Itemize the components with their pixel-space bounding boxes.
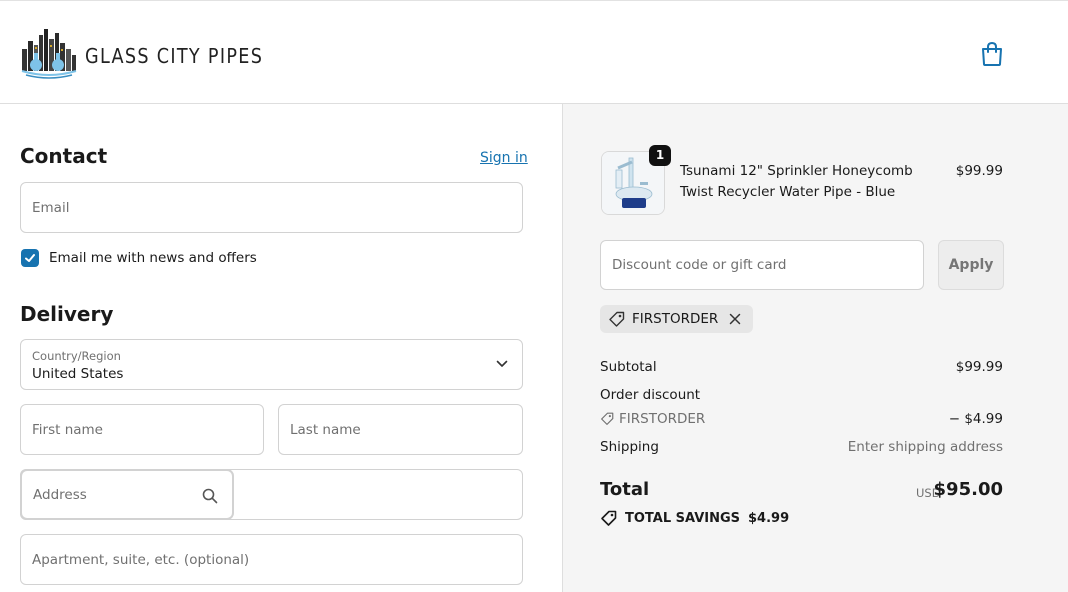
- first-name-placeholder: First name: [32, 421, 103, 438]
- first-name-field[interactable]: First name: [20, 404, 264, 455]
- total-value: $95.00: [933, 479, 1003, 500]
- sign-in-link[interactable]: Sign in: [480, 150, 528, 166]
- shipping-value: Enter shipping address: [847, 439, 1003, 455]
- discount-code-row: FIRSTORDER: [600, 411, 705, 427]
- country-value: United States: [32, 366, 124, 382]
- discount-chip-code: FIRSTORDER: [632, 311, 719, 327]
- country-label: Country/Region: [32, 349, 121, 363]
- brand-name: GLASS CITY PIPES: [85, 44, 264, 68]
- product-price: $99.99: [955, 163, 1003, 179]
- discount-code-label: FIRSTORDER: [619, 411, 706, 427]
- savings-tag-icon: [601, 510, 617, 526]
- tag-icon: [601, 412, 614, 425]
- address-field[interactable]: Address: [21, 470, 233, 519]
- apartment-field[interactable]: Apartment, suite, etc. (optional): [20, 534, 523, 585]
- site-header: GLASS CITY PIPES: [0, 0, 1068, 104]
- email-placeholder: Email: [32, 199, 70, 216]
- total-savings: TOTAL SAVINGS $4.99: [600, 510, 789, 527]
- shipping-label: Shipping: [600, 439, 659, 455]
- country-select[interactable]: Country/Region United States: [20, 339, 523, 390]
- check-icon: [25, 254, 35, 262]
- order-discount-label: Order discount: [600, 387, 701, 403]
- discount-code-input[interactable]: Discount code or gift card: [600, 240, 924, 290]
- product-name: Tsunami 12" Sprinkler Honeycomb Twist Re…: [680, 163, 913, 200]
- apartment-placeholder: Apartment, suite, etc. (optional): [32, 551, 250, 568]
- contact-heading: Contact: [20, 144, 108, 168]
- discount-placeholder: Discount code or gift card: [612, 257, 787, 273]
- delivery-heading: Delivery: [20, 302, 114, 326]
- skyline-logo-icon: [21, 29, 77, 79]
- discount-value: − $4.99: [948, 411, 1003, 427]
- shopping-bag-icon[interactable]: [980, 41, 1004, 67]
- newsletter-checkbox[interactable]: [21, 249, 39, 267]
- total-label: Total: [600, 479, 650, 500]
- savings-label: TOTAL SAVINGS: [625, 511, 741, 526]
- tag-icon: [609, 311, 625, 327]
- savings-value: $4.99: [748, 511, 790, 526]
- subtotal-value: $99.99: [955, 359, 1003, 375]
- newsletter-label: Email me with news and offers: [49, 250, 257, 266]
- email-field[interactable]: Email: [20, 182, 523, 233]
- search-icon: [202, 488, 218, 504]
- logo[interactable]: GLASS CITY PIPES: [20, 27, 288, 81]
- discount-chip[interactable]: FIRSTORDER: [600, 305, 754, 333]
- close-icon[interactable]: [729, 313, 741, 325]
- quantity-badge: 1: [649, 145, 671, 166]
- last-name-placeholder: Last name: [290, 421, 361, 438]
- address-placeholder: Address: [33, 486, 87, 503]
- subtotal-label: Subtotal: [600, 359, 657, 375]
- chevron-down-icon: [496, 360, 508, 367]
- apply-button[interactable]: Apply: [938, 240, 1004, 290]
- last-name-field[interactable]: Last name: [278, 404, 523, 455]
